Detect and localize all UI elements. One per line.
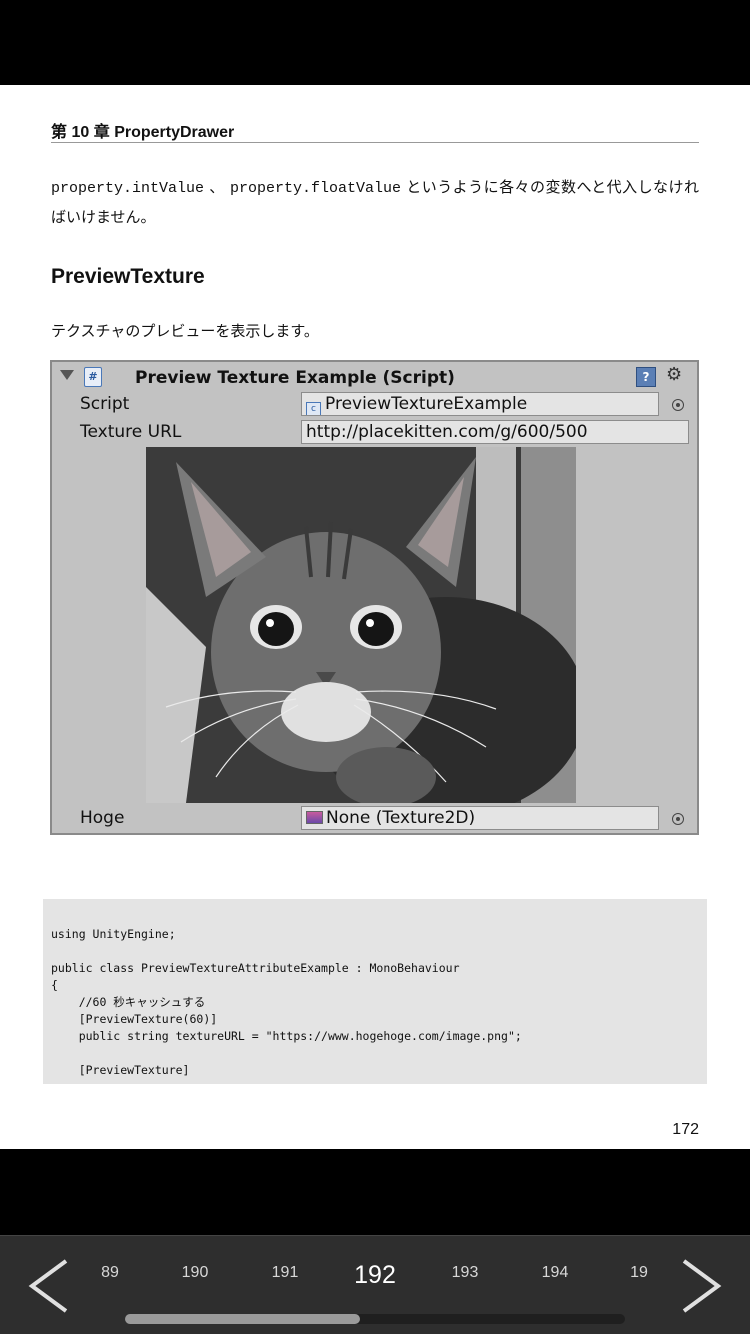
code-inline-intvalue: property.intValue [51,180,205,197]
previous-page-arrow-icon[interactable] [26,1258,70,1314]
nav-page-link[interactable]: 191 [250,1264,320,1282]
nav-page-link[interactable]: 190 [160,1264,230,1282]
nav-page-link[interactable]: 89 [75,1264,145,1282]
book-page: 第 10 章 PropertyDrawer property.intValue … [0,85,750,1149]
inspector-title: Preview Texture Example (Script) [135,368,455,388]
chapter-suffix: 章 [93,124,110,141]
chapter-prefix: 第 [51,124,68,141]
csharp-script-icon: # [84,367,102,387]
nav-page-link[interactable]: 193 [430,1264,500,1282]
script-value: PreviewTextureExample [325,394,528,414]
nav-page-link[interactable]: 194 [520,1264,590,1282]
code-block: using UnityEngine; public class PreviewT… [43,899,707,1084]
paragraph-description: テクスチャのプレビューを表示します。 [51,322,319,340]
object-picker-icon [672,813,684,825]
page-navigation-bar: 89 190 191 192 193 194 19 [0,1235,750,1334]
nav-page-link[interactable]: 19 [604,1264,674,1282]
chapter-number: 10 [71,124,90,141]
hoge-value: None (Texture2D) [326,808,476,828]
scrollbar-thumb[interactable] [125,1314,360,1324]
top-bar [0,0,750,85]
unity-inspector-screenshot: # Preview Texture Example (Script) ? ⚙ S… [50,360,699,835]
texture-url-label: Texture URL [80,422,182,442]
texture2d-icon [306,811,323,824]
chapter-header: 第 10 章 PropertyDrawer [51,118,699,143]
foldout-arrow-icon [60,370,74,380]
gear-icon: ⚙ [666,364,683,385]
script-object-icon: c [306,402,321,415]
page-number: 172 [672,1121,699,1138]
help-book-icon: ? [636,367,656,387]
kitten-illustration [146,447,576,803]
separator: 、 [204,178,225,196]
object-picker-icon [672,399,684,411]
chapter-title: PropertyDrawer [114,124,235,141]
code-inline-floatvalue: property.floatValue [230,180,402,197]
inspector-header: # Preview Texture Example (Script) ? ⚙ [52,362,697,390]
script-field: c PreviewTextureExample [301,392,659,416]
script-label: Script [80,394,130,414]
page-scrollbar[interactable] [125,1314,625,1324]
texture-preview-kitten-image [146,447,576,803]
texture-url-field: http://placekitten.com/g/600/500 [301,420,689,444]
section-title: PreviewTexture [51,265,205,288]
nav-current-page[interactable]: 192 [340,1261,410,1290]
code-text: using UnityEngine; public class PreviewT… [51,927,522,1077]
hoge-field: None (Texture2D) [301,806,659,830]
next-page-arrow-icon[interactable] [680,1258,724,1314]
hoge-label: Hoge [80,808,125,828]
paragraph-intro: property.intValue 、 property.floatValue … [51,173,699,231]
